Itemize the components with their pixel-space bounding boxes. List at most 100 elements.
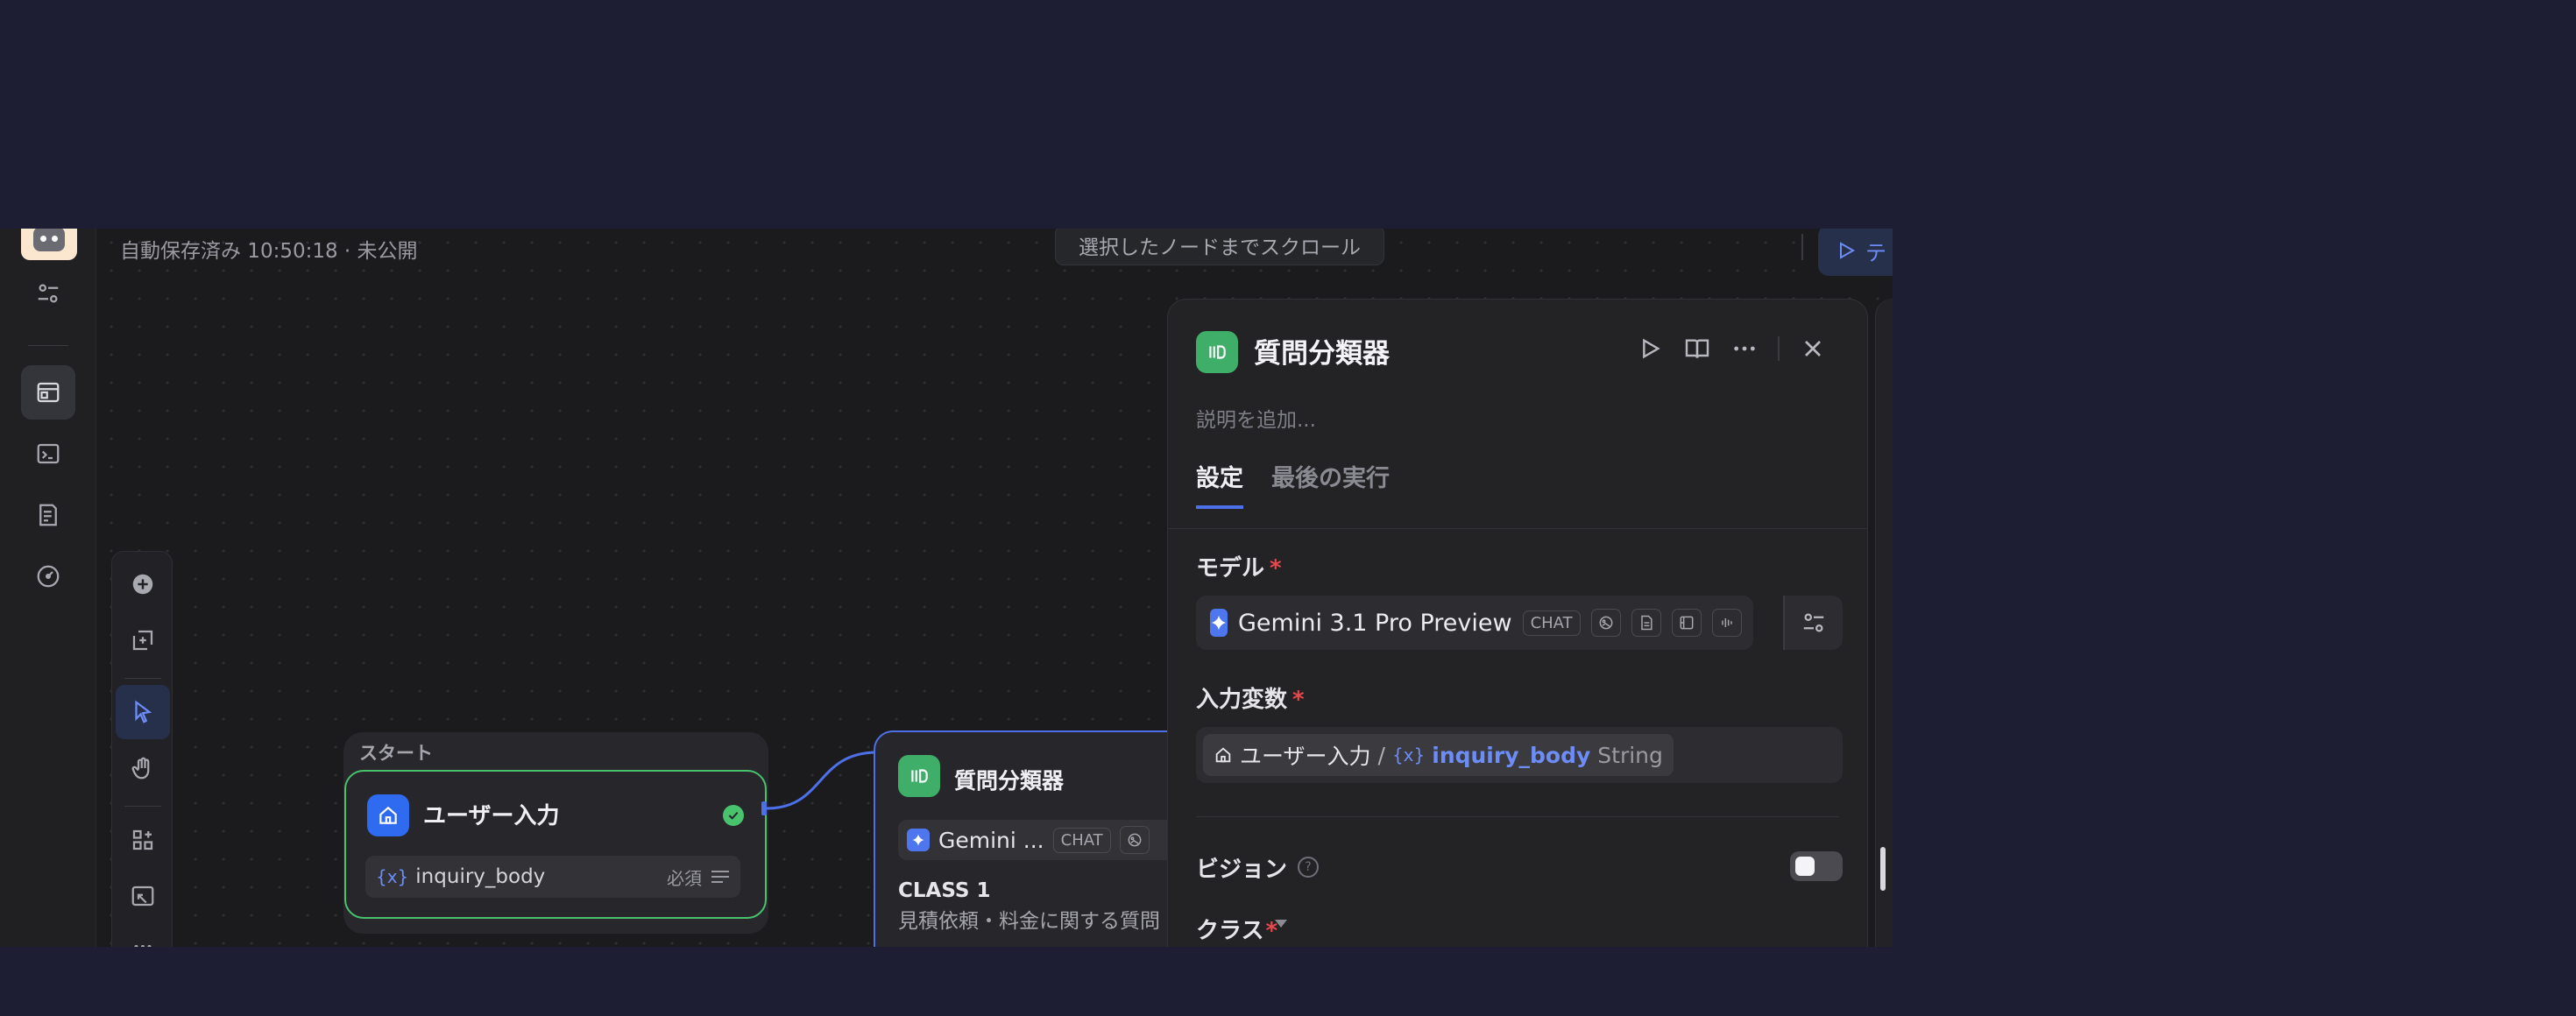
- start-variable-name: inquiry_body: [415, 865, 546, 888]
- panel-tabs: 設定 最後の実行: [1196, 459, 1390, 509]
- gemini-icon: [907, 829, 930, 851]
- logs-icon: [39, 504, 57, 526]
- test-run-label: テ: [1865, 240, 1886, 265]
- vision-toggle[interactable]: [1790, 851, 1843, 881]
- variable-icon: {x}: [376, 866, 409, 887]
- node-settings-panel: 質問分類器 説明を追加... 設定 最後の実行 モデル * Gemini 3.1 …: [1167, 299, 1868, 947]
- classifier-model-name: Gemini ...: [938, 827, 1044, 853]
- model-name: Gemini 3.1 Pro Preview: [1238, 609, 1512, 637]
- scroll-to-selected-button[interactable]: 選択したノードまでスクロール: [1055, 229, 1384, 265]
- settings-sliders-button[interactable]: [21, 266, 75, 321]
- more-dots-icon: [134, 945, 152, 947]
- paragraph-icon: [711, 871, 729, 883]
- close-icon[interactable]: [1799, 335, 1827, 363]
- vision-label: ビジョン: [1196, 857, 1288, 883]
- toolbar-divider: [124, 678, 161, 679]
- app-sidebar: [0, 229, 96, 947]
- model-field-label: モデル *: [1196, 550, 1282, 582]
- help-book-icon[interactable]: [1683, 335, 1711, 363]
- class-label-text: クラス: [1196, 918, 1264, 944]
- model-parameters-button[interactable]: [1783, 596, 1843, 650]
- model-label-text: モデル: [1196, 555, 1265, 582]
- sidebar-item-monitoring[interactable]: [21, 549, 75, 603]
- panel-scrollbar[interactable]: [1880, 847, 1886, 891]
- variable-path-separator: /: [1377, 742, 1385, 768]
- add-note-button[interactable]: [116, 613, 170, 667]
- variable-type: String: [1597, 742, 1663, 768]
- sidebar-divider: [28, 345, 68, 346]
- toolbar-divider: [124, 806, 161, 807]
- success-check-icon: [723, 805, 744, 826]
- vision-capability-icon: [1590, 609, 1621, 637]
- sidebar-item-workflow[interactable]: [21, 365, 75, 420]
- organize-nodes-button[interactable]: [116, 813, 170, 867]
- grid-plus-icon: [132, 829, 153, 850]
- description-input[interactable]: 説明を追加...: [1196, 403, 1316, 433]
- add-node-button[interactable]: [116, 557, 170, 611]
- start-node-icon-badge: [367, 794, 409, 836]
- required-mark: *: [1292, 687, 1305, 713]
- canvas-toolbar: [111, 551, 173, 947]
- hand-tool-button[interactable]: [116, 741, 170, 795]
- app-avatar[interactable]: [21, 229, 77, 260]
- classifier-icon: [1209, 345, 1226, 359]
- variable-source-node: ユーザー入力: [1240, 744, 1371, 769]
- more-tools-button[interactable]: [116, 920, 170, 947]
- robot-icon: [33, 229, 65, 251]
- autosave-status: 自動保存済み 10:50:18 · 未公開: [120, 240, 418, 263]
- minimap-button[interactable]: [116, 869, 170, 923]
- sidebar-item-logs[interactable]: [21, 488, 75, 542]
- settings-sliders-icon: [1803, 613, 1824, 632]
- hand-icon: [131, 757, 150, 780]
- class-section-label[interactable]: クラス*: [1196, 913, 1277, 945]
- tab-last-run[interactable]: 最後の実行: [1271, 459, 1390, 509]
- test-run-button[interactable]: テ: [1818, 229, 1893, 276]
- workflow-app-icon: [37, 382, 60, 403]
- start-variable-row[interactable]: {x} inquiry_body 必須: [365, 856, 740, 898]
- classifier-node-title: 質問分類器: [954, 768, 1065, 794]
- panel-title[interactable]: 質問分類器: [1254, 331, 1390, 370]
- tab-settings[interactable]: 設定: [1196, 459, 1243, 509]
- variable-icon: {x}: [1391, 744, 1426, 766]
- plus-circle-icon: [132, 574, 153, 595]
- variable-reference-chip[interactable]: ユーザー入力 / {x} inquiry_body String: [1203, 734, 1674, 776]
- classifier-icon: [911, 769, 928, 783]
- help-circle-icon[interactable]: ?: [1298, 857, 1319, 878]
- note-icon: [132, 630, 153, 651]
- classifier-node-icon-badge: [898, 755, 940, 797]
- section-divider: [1196, 816, 1839, 817]
- home-icon: [1215, 747, 1231, 763]
- monitoring-gauge-icon: [37, 565, 60, 588]
- input-variable-field[interactable]: ユーザー入力 / {x} inquiry_body String: [1196, 727, 1843, 783]
- panel-node-icon-badge: [1196, 331, 1238, 373]
- minimap-icon: [131, 885, 154, 907]
- chat-mode-chip: CHAT: [1522, 610, 1581, 636]
- pointer-tool-button[interactable]: [116, 685, 170, 739]
- model-selector[interactable]: Gemini 3.1 Pro Preview CHAT: [1196, 596, 1753, 650]
- video-capability-icon: [1671, 609, 1702, 637]
- tabs-divider: [1168, 528, 1867, 529]
- header-divider: [1801, 234, 1803, 260]
- run-node-play-icon[interactable]: [1636, 335, 1664, 363]
- input-variable-label: 入力変数 *: [1196, 681, 1305, 714]
- play-icon: [1840, 242, 1856, 259]
- terminal-icon: [37, 443, 60, 464]
- home-icon: [379, 806, 397, 824]
- variable-name: inquiry_body: [1432, 742, 1591, 768]
- settings-sliders-icon: [38, 284, 59, 303]
- vision-capability-icon: [1119, 826, 1150, 854]
- workflow-editor: 自動保存済み 10:50:18 · 未公開 選択したノードまでスクロール テ ス…: [0, 229, 1893, 947]
- more-options-icon[interactable]: [1730, 335, 1759, 363]
- gemini-icon: [1210, 609, 1228, 637]
- chat-mode-chip: CHAT: [1052, 827, 1111, 853]
- input-variable-label-text: 入力変数: [1196, 687, 1288, 713]
- panel-header-actions: [1636, 335, 1827, 363]
- cursor-arrow-icon: [135, 700, 152, 723]
- caret-down-icon[interactable]: [1275, 920, 1287, 928]
- start-node-title: ユーザー入力: [423, 803, 560, 829]
- sidebar-item-terminal[interactable]: [21, 427, 75, 481]
- start-node[interactable]: ユーザー入力 {x} inquiry_body 必須: [344, 770, 767, 919]
- required-mark: *: [1270, 555, 1282, 582]
- start-group-label: スタート: [359, 743, 433, 764]
- audio-capability-icon: [1711, 609, 1742, 637]
